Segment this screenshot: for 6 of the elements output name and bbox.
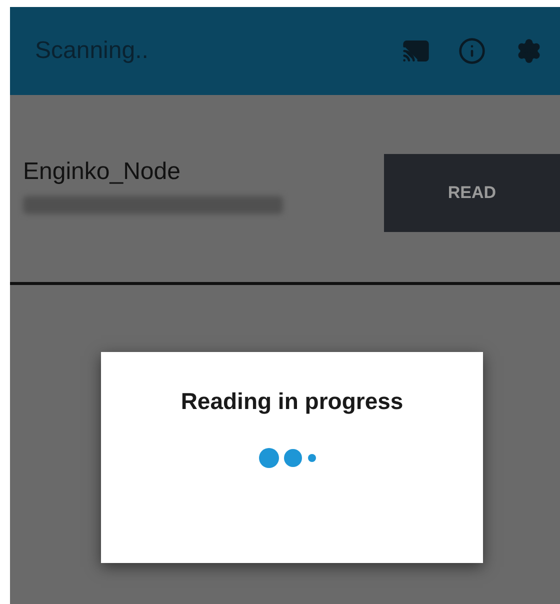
read-button[interactable]: READ bbox=[384, 154, 560, 232]
dialog-title: Reading in progress bbox=[180, 387, 404, 416]
loading-dots-icon bbox=[258, 446, 316, 468]
settings-icon[interactable] bbox=[516, 38, 542, 64]
info-icon[interactable] bbox=[458, 37, 486, 65]
device-name: Enginko_Node bbox=[23, 156, 182, 186]
